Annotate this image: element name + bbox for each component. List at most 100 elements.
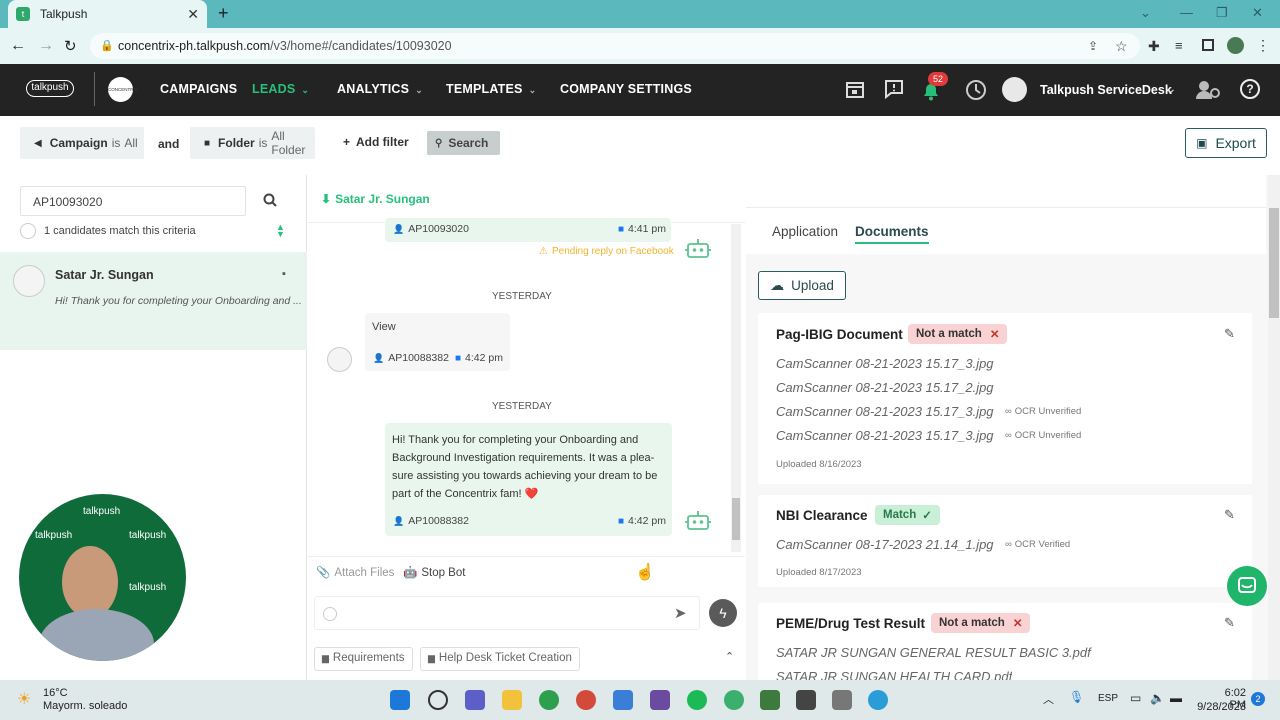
browser-tab[interactable]: t Talkpush ✕ (8, 0, 207, 28)
notepad-icon[interactable] (613, 690, 633, 710)
windows-start-icon[interactable] (390, 690, 410, 710)
support-chat-icon[interactable] (1227, 566, 1267, 606)
doc-file-link[interactable]: CamScanner 08-21-2023 15.17_3.jpg (776, 404, 994, 419)
user-menu-chevron-icon[interactable]: ⌄ (1165, 80, 1177, 97)
delete-icon[interactable]: ▪ (282, 268, 286, 280)
chrome-menu-icon[interactable]: ⋮ (1256, 37, 1270, 54)
user-manage-icon[interactable] (1195, 79, 1221, 101)
help-icon[interactable]: ? (1240, 79, 1260, 99)
new-tab-icon[interactable]: + (218, 3, 229, 24)
teams-icon[interactable] (465, 690, 485, 710)
media-icon[interactable]: ≡ (1175, 38, 1183, 53)
language-indicator[interactable]: ESP (1098, 693, 1118, 704)
edit-pencil-icon[interactable]: ✎ (1224, 615, 1235, 631)
notification-center-badge[interactable]: 2 (1251, 692, 1265, 706)
status-badge-not-match[interactable]: Not a match ✕ (931, 613, 1031, 633)
forward-icon[interactable]: → (38, 37, 54, 55)
close-icon[interactable]: ✕ (990, 327, 1000, 341)
collapse-chevron-icon[interactable]: ⌃ (725, 650, 734, 663)
taskbar-search-icon[interactable] (428, 690, 448, 710)
select-all-radio[interactable] (20, 223, 36, 239)
nav-company-settings[interactable]: COMPANY SETTINGS (560, 82, 692, 96)
maximize-icon[interactable]: ❐ (1216, 5, 1228, 21)
excel-icon[interactable] (760, 690, 780, 710)
volume-icon[interactable]: 🔈 (1150, 691, 1165, 705)
search-icon[interactable] (263, 193, 277, 207)
candidate-search-input[interactable]: AP10093020 (20, 186, 246, 216)
sort-icon[interactable]: ▲ ▼ (276, 223, 285, 239)
app-icon[interactable] (796, 690, 816, 710)
status-badge-not-match[interactable]: Not a match ✕ (908, 324, 1008, 344)
nav-templates[interactable]: TEMPLATES ⌄ (446, 82, 536, 96)
campaign-filter[interactable]: ◀ Campaign is All (20, 127, 144, 159)
requirements-button[interactable]: ▆ Requirements (314, 647, 413, 671)
extensions-icon[interactable]: ✚ (1148, 38, 1160, 55)
close-tab-icon[interactable]: ✕ (187, 6, 199, 23)
chat-contact-name[interactable]: ⬇ Satar Jr. Sungan (321, 192, 430, 206)
chrome-icon-2[interactable] (576, 690, 596, 710)
candidate-name[interactable]: Satar Jr. Sungan (55, 268, 154, 282)
doc-file-link[interactable]: SATAR JR SUNGAN GENERAL RESULT BASIC 3.p… (776, 645, 1091, 660)
minimize-icon[interactable]: — (1180, 5, 1193, 20)
nav-leads[interactable]: LEADS ⌄ (252, 82, 309, 96)
send-icon[interactable]: ➤ (674, 604, 687, 622)
status-badge-match[interactable]: Match ✓ (875, 505, 940, 525)
microphone-icon[interactable]: 🎙 (1069, 690, 1084, 704)
add-filter-button[interactable]: + Add filter (343, 135, 409, 149)
doc-file-link[interactable]: SATAR JR SUNGAN HEALTH CARD.pdf (776, 669, 1012, 680)
roblox-icon[interactable] (832, 690, 852, 710)
close-icon[interactable]: ✕ (1013, 616, 1023, 630)
message-input[interactable] (314, 596, 700, 630)
weather-icon[interactable]: ☀ (17, 689, 31, 709)
documents-scrollbar-thumb[interactable] (1269, 208, 1279, 318)
chat-scrollbar-thumb[interactable] (732, 498, 740, 540)
weather-desc[interactable]: Mayorm. soleado (43, 700, 127, 712)
user-name[interactable]: Talkpush ServiceDesk (1040, 83, 1172, 97)
browser-icon[interactable] (868, 690, 888, 710)
history-clock-icon[interactable] (964, 78, 988, 102)
doc-file-link[interactable]: CamScanner 08-21-2023 15.17_3.jpg (776, 356, 994, 371)
slack-icon[interactable] (650, 690, 670, 710)
upload-button[interactable]: ☁ Upload (758, 271, 846, 300)
battery-icon[interactable]: ▬ (1170, 691, 1182, 705)
user-avatar[interactable] (1002, 77, 1027, 102)
export-button[interactable]: ▣ Export (1185, 128, 1267, 158)
edit-pencil-icon[interactable]: ✎ (1224, 507, 1235, 523)
url-field[interactable]: 🔒 concentrix-ph.talkpush.com/v3/home#/ca… (90, 33, 1140, 59)
helpdesk-ticket-button[interactable]: ▆ Help Desk Ticket Creation (420, 647, 580, 671)
settings-app-icon[interactable] (724, 690, 744, 710)
nav-campaigns[interactable]: CAMPAIGNS (160, 82, 237, 96)
reload-icon[interactable]: ↻ (64, 37, 77, 55)
feedback-icon[interactable] (883, 78, 905, 100)
share-icon[interactable]: ⇪ (1088, 39, 1098, 53)
doc-file-link[interactable]: CamScanner 08-21-2023 15.17_2.jpg (776, 380, 994, 395)
weather-temp[interactable]: 16°C (43, 687, 68, 699)
msg2-text[interactable]: View (372, 321, 396, 333)
folder-filter[interactable]: ■ Folder is All Folder (190, 127, 315, 159)
tab-application[interactable]: Application (772, 224, 838, 239)
emoji-icon[interactable] (323, 607, 337, 621)
profile-avatar[interactable] (1227, 37, 1244, 54)
close-window-icon[interactable]: ✕ (1252, 5, 1263, 21)
sidepanel-icon[interactable] (1202, 39, 1214, 51)
messenger-icon[interactable]: ϟ (709, 599, 737, 627)
calendar-icon[interactable] (845, 79, 865, 99)
spotify-icon[interactable] (687, 690, 707, 710)
talkpush-logo[interactable]: talkpush (26, 80, 74, 97)
nav-analytics[interactable]: ANALYTICS ⌄ (337, 82, 423, 96)
clock-date[interactable]: 9/28/2023 (1196, 701, 1246, 713)
window-menu-icon[interactable]: ⌄ (1140, 5, 1151, 21)
stop-bot-button[interactable]: 🤖 Stop Bot (403, 565, 465, 579)
search-button[interactable]: ⚲ Search (427, 131, 500, 155)
chrome-icon[interactable] (539, 690, 559, 710)
bookmark-star-icon[interactable]: ☆ (1115, 38, 1128, 55)
tray-chevron-icon[interactable]: ︿ (1043, 691, 1054, 707)
edit-pencil-icon[interactable]: ✎ (1224, 326, 1235, 342)
network-icon[interactable]: ▭ (1130, 691, 1141, 705)
attach-files-button[interactable]: 📎 Attach Files (316, 565, 394, 579)
doc-file-link[interactable]: CamScanner 08-17-2023 21.14_1.jpg (776, 537, 994, 552)
file-explorer-icon[interactable] (502, 690, 522, 710)
back-icon[interactable]: ← (10, 37, 26, 55)
tab-documents[interactable]: Documents (855, 224, 929, 244)
doc-file-link[interactable]: CamScanner 08-21-2023 15.17_3.jpg (776, 428, 994, 443)
